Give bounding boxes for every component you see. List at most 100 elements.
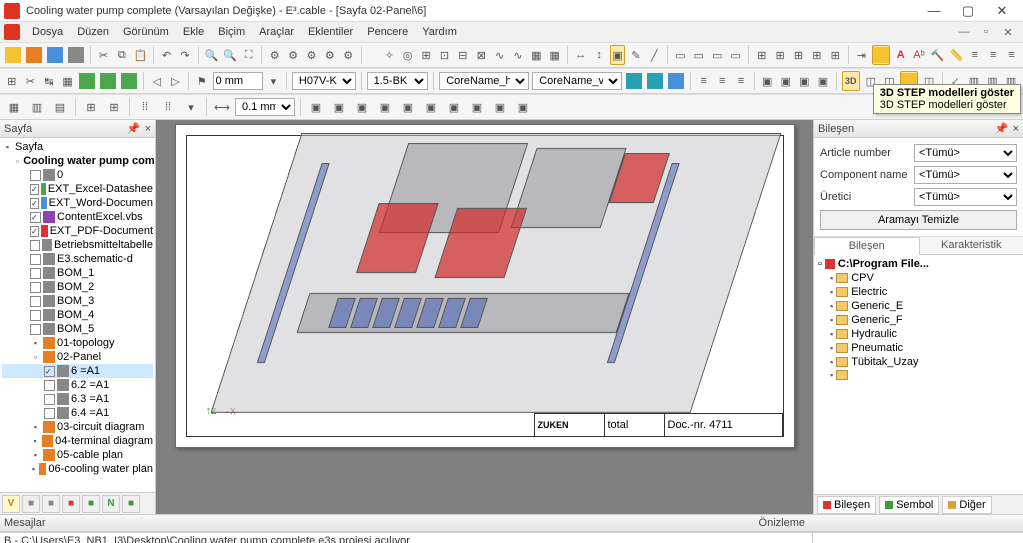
target-icon[interactable]: ◎: [400, 45, 415, 65]
tree-item[interactable]: E3.schematic-d: [2, 252, 153, 266]
tree-item[interactable]: 0: [2, 168, 153, 182]
tree-folder[interactable]: ▪04-terminal diagram: [2, 434, 153, 448]
goto-icon[interactable]: ⇥: [854, 45, 869, 65]
tree-child[interactable]: 6 =A1: [2, 364, 153, 378]
crosshair-icon[interactable]: ✧: [382, 45, 397, 65]
connect-icon[interactable]: ∿: [492, 45, 507, 65]
mode2-icon[interactable]: ≡: [986, 45, 1001, 65]
vtool2-icon[interactable]: ▣: [329, 97, 349, 117]
menu-yardim[interactable]: Yardım: [416, 24, 463, 40]
tool-icon[interactable]: ⚙: [267, 45, 282, 65]
grid-icon[interactable]: ▦: [529, 45, 544, 65]
panel-close-icon-r[interactable]: ×: [1013, 123, 1019, 135]
gridv-icon[interactable]: ▥: [27, 97, 47, 117]
menu-araclar[interactable]: Araçlar: [253, 24, 300, 40]
chev-down-icon[interactable]: ▾: [266, 71, 282, 91]
cube4-icon[interactable]: ▣: [815, 71, 831, 91]
lib-folder[interactable]: ▪CPV: [816, 271, 1021, 285]
grid-step-combo[interactable]: 0.1 mm: [235, 98, 295, 116]
align2-icon[interactable]: ≡: [715, 71, 731, 91]
vtool1-icon[interactable]: ▣: [306, 97, 326, 117]
copy-icon[interactable]: ⧉: [114, 45, 129, 65]
menu-pencere[interactable]: Pencere: [361, 24, 414, 40]
wire-size-combo[interactable]: 1.5-BK: [367, 72, 429, 90]
gridh-icon[interactable]: ▤: [50, 97, 70, 117]
tree-item[interactable]: BOM_1: [2, 266, 153, 280]
undo-icon[interactable]: ↶: [159, 45, 174, 65]
nav-right-icon[interactable]: ▷: [168, 71, 184, 91]
close-button[interactable]: ✕: [985, 0, 1019, 22]
tree-folder[interactable]: ▪05-cable plan: [2, 448, 153, 462]
tree-item[interactable]: EXT_Word-Documen: [2, 196, 153, 210]
wire1-icon[interactable]: [625, 71, 643, 91]
snap-icon[interactable]: ⊞: [418, 45, 433, 65]
vtool10-icon[interactable]: ▣: [513, 97, 533, 117]
panel1-icon[interactable]: ▭: [673, 45, 688, 65]
tree-child[interactable]: 6.2 =A1: [2, 378, 153, 392]
snap-dots2-icon[interactable]: ⁞⁞: [158, 97, 178, 117]
maximize-button[interactable]: ▢: [951, 0, 985, 22]
tree-item[interactable]: BOM_4: [2, 308, 153, 322]
line-icon[interactable]: ╱: [647, 45, 662, 65]
menu-dosya[interactable]: Dosya: [26, 24, 69, 40]
tree-folder[interactable]: ▪01-topology: [2, 336, 153, 350]
extra5-icon[interactable]: ⊞: [827, 45, 842, 65]
menu-eklentiler[interactable]: Eklentiler: [302, 24, 359, 40]
filter-article-combo[interactable]: <Tümü>: [914, 144, 1017, 162]
core2-combo[interactable]: CoreName_vert: [532, 72, 622, 90]
dim2-icon[interactable]: ↕: [591, 45, 606, 65]
zoom-out-icon[interactable]: 🔍: [222, 45, 238, 65]
page-tree[interactable]: ▪Sayfa ▫Cooling water pump com 0EXT_Exce…: [0, 138, 155, 492]
lib-folder[interactable]: ▪Generic_E: [816, 299, 1021, 313]
filter-vendor-combo[interactable]: <Tümü>: [914, 188, 1017, 206]
nav-left-icon[interactable]: ◁: [149, 71, 165, 91]
cbl6-icon[interactable]: [99, 71, 117, 91]
lefttab-2[interactable]: ■: [22, 495, 40, 513]
chev2-icon[interactable]: ▾: [181, 97, 201, 117]
save-icon[interactable]: [46, 45, 64, 65]
tree-project[interactable]: ▫Cooling water pump com: [2, 154, 153, 168]
lib-folder[interactable]: ▪Electric: [816, 285, 1021, 299]
right-bottom-tab[interactable]: Bileşen: [817, 496, 876, 514]
wire3-icon[interactable]: [667, 71, 685, 91]
cbl5-icon[interactable]: [78, 71, 96, 91]
library-tree[interactable]: ▫C:\Program File... ▪CPV▪Electric▪Generi…: [814, 255, 1023, 494]
tree-item[interactable]: BOM_2: [2, 280, 153, 294]
tree-folder[interactable]: ▪06-cooling water plan: [2, 462, 153, 476]
tree-item[interactable]: EXT_Excel-Datashee: [2, 182, 153, 196]
layer-active-icon[interactable]: ▣: [610, 45, 625, 65]
ruler-icon[interactable]: 📏: [948, 45, 964, 65]
panel-close-icon[interactable]: ×: [145, 123, 151, 135]
vtool7-icon[interactable]: ▣: [444, 97, 464, 117]
print-icon[interactable]: [67, 45, 85, 65]
zoom-fit-icon[interactable]: ⛶: [241, 45, 256, 65]
pencil-icon[interactable]: ✎: [628, 45, 643, 65]
vtool9-icon[interactable]: ▣: [490, 97, 510, 117]
tree-item[interactable]: EXT_PDF-Document: [2, 224, 153, 238]
snap-grid1-icon[interactable]: ⊞: [81, 97, 101, 117]
flag-icon[interactable]: ⚑: [194, 71, 210, 91]
lib-folder[interactable]: ▪Generic_F: [816, 313, 1021, 327]
right-bottom-tab[interactable]: Diğer: [942, 496, 991, 514]
vtool6-icon[interactable]: ▣: [421, 97, 441, 117]
ruler2-icon[interactable]: ⟷: [212, 97, 232, 117]
cable-type-combo[interactable]: H07V-K: [292, 72, 356, 90]
lefttab-7[interactable]: ■: [122, 495, 140, 513]
pin-icon[interactable]: 📌: [127, 122, 141, 135]
menu-ekle[interactable]: Ekle: [177, 24, 210, 40]
lefttab-v[interactable]: V: [2, 495, 20, 513]
vtool3-icon[interactable]: ▣: [352, 97, 372, 117]
mdi-restore[interactable]: ▫: [975, 26, 997, 39]
cbl3-icon[interactable]: ↹: [41, 71, 57, 91]
cbl4-icon[interactable]: ▦: [60, 71, 76, 91]
drawing-area[interactable]: ↑z →x: [156, 120, 813, 514]
snap-grid2-icon[interactable]: ⊞: [104, 97, 124, 117]
snap-dots-icon[interactable]: ⁞⁞: [135, 97, 155, 117]
subtab-bilesen[interactable]: Bileşen: [814, 237, 920, 255]
3d-button[interactable]: 3D: [842, 71, 861, 91]
cbl2-icon[interactable]: ✂: [23, 71, 39, 91]
extra4-icon[interactable]: ⊞: [809, 45, 824, 65]
tool2-icon[interactable]: ⚙: [285, 45, 300, 65]
hammer-icon[interactable]: 🔨: [930, 45, 946, 65]
extra3-icon[interactable]: ⊞: [791, 45, 806, 65]
